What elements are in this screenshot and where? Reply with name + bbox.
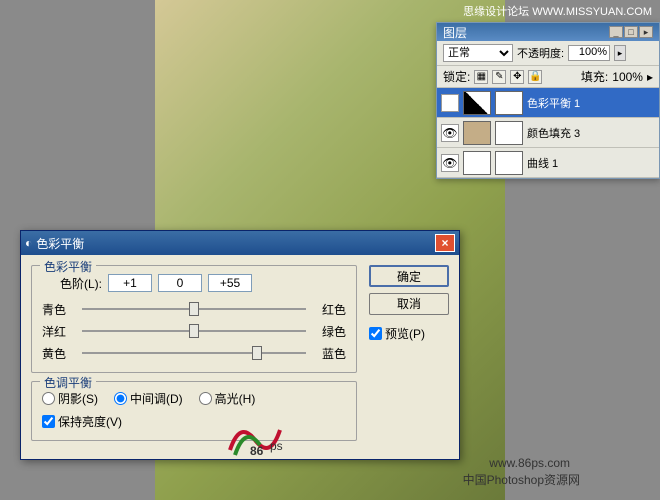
mask-thumb[interactable] bbox=[495, 121, 523, 145]
slider-right-1: 红色 bbox=[312, 301, 346, 318]
level-input-3[interactable] bbox=[208, 274, 252, 292]
cancel-button[interactable]: 取消 bbox=[369, 293, 449, 315]
dialog-title: 色彩平衡 bbox=[36, 235, 84, 252]
legend-tone: 色调平衡 bbox=[40, 374, 96, 391]
mask-thumb[interactable] bbox=[495, 151, 523, 175]
slider-magenta-green[interactable] bbox=[82, 322, 306, 340]
fill-arrow-icon[interactable]: ▸ bbox=[647, 70, 653, 84]
layer-name: 色彩平衡 1 bbox=[527, 95, 655, 111]
layers-panel: 图层 _ □ ▸ 正常 不透明度: 100% ▸ 锁定: ▦ ✎ ✥ 🔒 填充:… bbox=[436, 22, 660, 179]
panel-tab-layers[interactable]: 图层 bbox=[443, 24, 467, 41]
slider-left-1: 青色 bbox=[42, 301, 76, 318]
ok-button[interactable]: 确定 bbox=[369, 265, 449, 287]
fill-thumb[interactable] bbox=[463, 121, 491, 145]
lock-row: 锁定: ▦ ✎ ✥ 🔒 填充: 100% ▸ bbox=[437, 66, 659, 88]
fill-value[interactable]: 100% bbox=[612, 70, 643, 84]
legend-cb: 色彩平衡 bbox=[40, 258, 96, 275]
tone-balance-group: 色调平衡 阴影(S) 中间调(D) 高光(H) 保持亮度(V) bbox=[31, 381, 357, 441]
watermark-top: 思缘设计论坛 WWW.MISSYUAN.COM bbox=[463, 3, 652, 19]
visibility-icon[interactable]: 👁 bbox=[441, 124, 459, 142]
lock-paint-icon[interactable]: ✎ bbox=[492, 70, 506, 84]
panel-menu-icon[interactable]: ▸ bbox=[639, 26, 653, 38]
slider-yellow-blue[interactable] bbox=[82, 344, 306, 362]
level-input-1[interactable] bbox=[108, 274, 152, 292]
watermark-cn: 中国Photoshop资源网 bbox=[463, 471, 580, 488]
slider-cyan-red[interactable] bbox=[82, 300, 306, 318]
visibility-icon[interactable]: 👁 bbox=[441, 154, 459, 172]
visibility-icon[interactable]: 👁 bbox=[441, 94, 459, 112]
slider-right-2: 绿色 bbox=[312, 323, 346, 340]
dialog-icon: ◐ bbox=[25, 236, 32, 250]
fill-label: 填充: bbox=[581, 68, 608, 85]
slider-left-3: 黄色 bbox=[42, 345, 76, 362]
lock-label: 锁定: bbox=[443, 68, 470, 85]
opacity-value[interactable]: 100% bbox=[568, 45, 610, 61]
layer-name: 曲线 1 bbox=[527, 155, 655, 171]
level-input-2[interactable] bbox=[158, 274, 202, 292]
blend-mode-select[interactable]: 正常 bbox=[443, 44, 513, 62]
color-balance-group: 色彩平衡 色阶(L): 青色 红色 洋红 绿色 黄色 蓝色 bbox=[31, 265, 357, 373]
watermark-url: www.86ps.com bbox=[489, 456, 570, 470]
radio-shadows[interactable]: 阴影(S) bbox=[42, 390, 98, 407]
curves-thumb[interactable] bbox=[463, 151, 491, 175]
level-label: 色阶(L): bbox=[42, 275, 102, 292]
radio-highlights[interactable]: 高光(H) bbox=[199, 390, 256, 407]
layer-item[interactable]: 👁 曲线 1 bbox=[437, 148, 659, 178]
checkbox-preview[interactable]: 预览(P) bbox=[369, 325, 449, 342]
lock-transparent-icon[interactable]: ▦ bbox=[474, 70, 488, 84]
opacity-label: 不透明度: bbox=[517, 45, 564, 61]
lock-all-icon[interactable]: 🔒 bbox=[528, 70, 542, 84]
blend-row: 正常 不透明度: 100% ▸ bbox=[437, 41, 659, 66]
dialog-titlebar[interactable]: ◐ 色彩平衡 × bbox=[21, 231, 459, 255]
panel-max-icon[interactable]: □ bbox=[624, 26, 638, 38]
slider-left-2: 洋红 bbox=[42, 323, 76, 340]
opacity-arrow-icon[interactable]: ▸ bbox=[614, 45, 626, 61]
layer-item[interactable]: 👁 颜色填充 3 bbox=[437, 118, 659, 148]
color-balance-dialog: ◐ 色彩平衡 × 色彩平衡 色阶(L): 青色 红色 洋红 bbox=[20, 230, 460, 460]
layer-item[interactable]: 👁 色彩平衡 1 bbox=[437, 88, 659, 118]
layer-name: 颜色填充 3 bbox=[527, 125, 655, 141]
layer-list: 👁 色彩平衡 1 👁 颜色填充 3 👁 曲线 1 bbox=[437, 88, 659, 178]
radio-midtones[interactable]: 中间调(D) bbox=[114, 390, 183, 407]
panel-titlebar[interactable]: 图层 _ □ ▸ bbox=[437, 23, 659, 41]
slider-right-3: 蓝色 bbox=[312, 345, 346, 362]
adjustment-thumb[interactable] bbox=[463, 91, 491, 115]
mask-thumb[interactable] bbox=[495, 91, 523, 115]
panel-min-icon[interactable]: _ bbox=[609, 26, 623, 38]
close-icon[interactable]: × bbox=[435, 234, 455, 252]
lock-move-icon[interactable]: ✥ bbox=[510, 70, 524, 84]
checkbox-preserve-luminosity[interactable]: 保持亮度(V) bbox=[42, 413, 122, 430]
